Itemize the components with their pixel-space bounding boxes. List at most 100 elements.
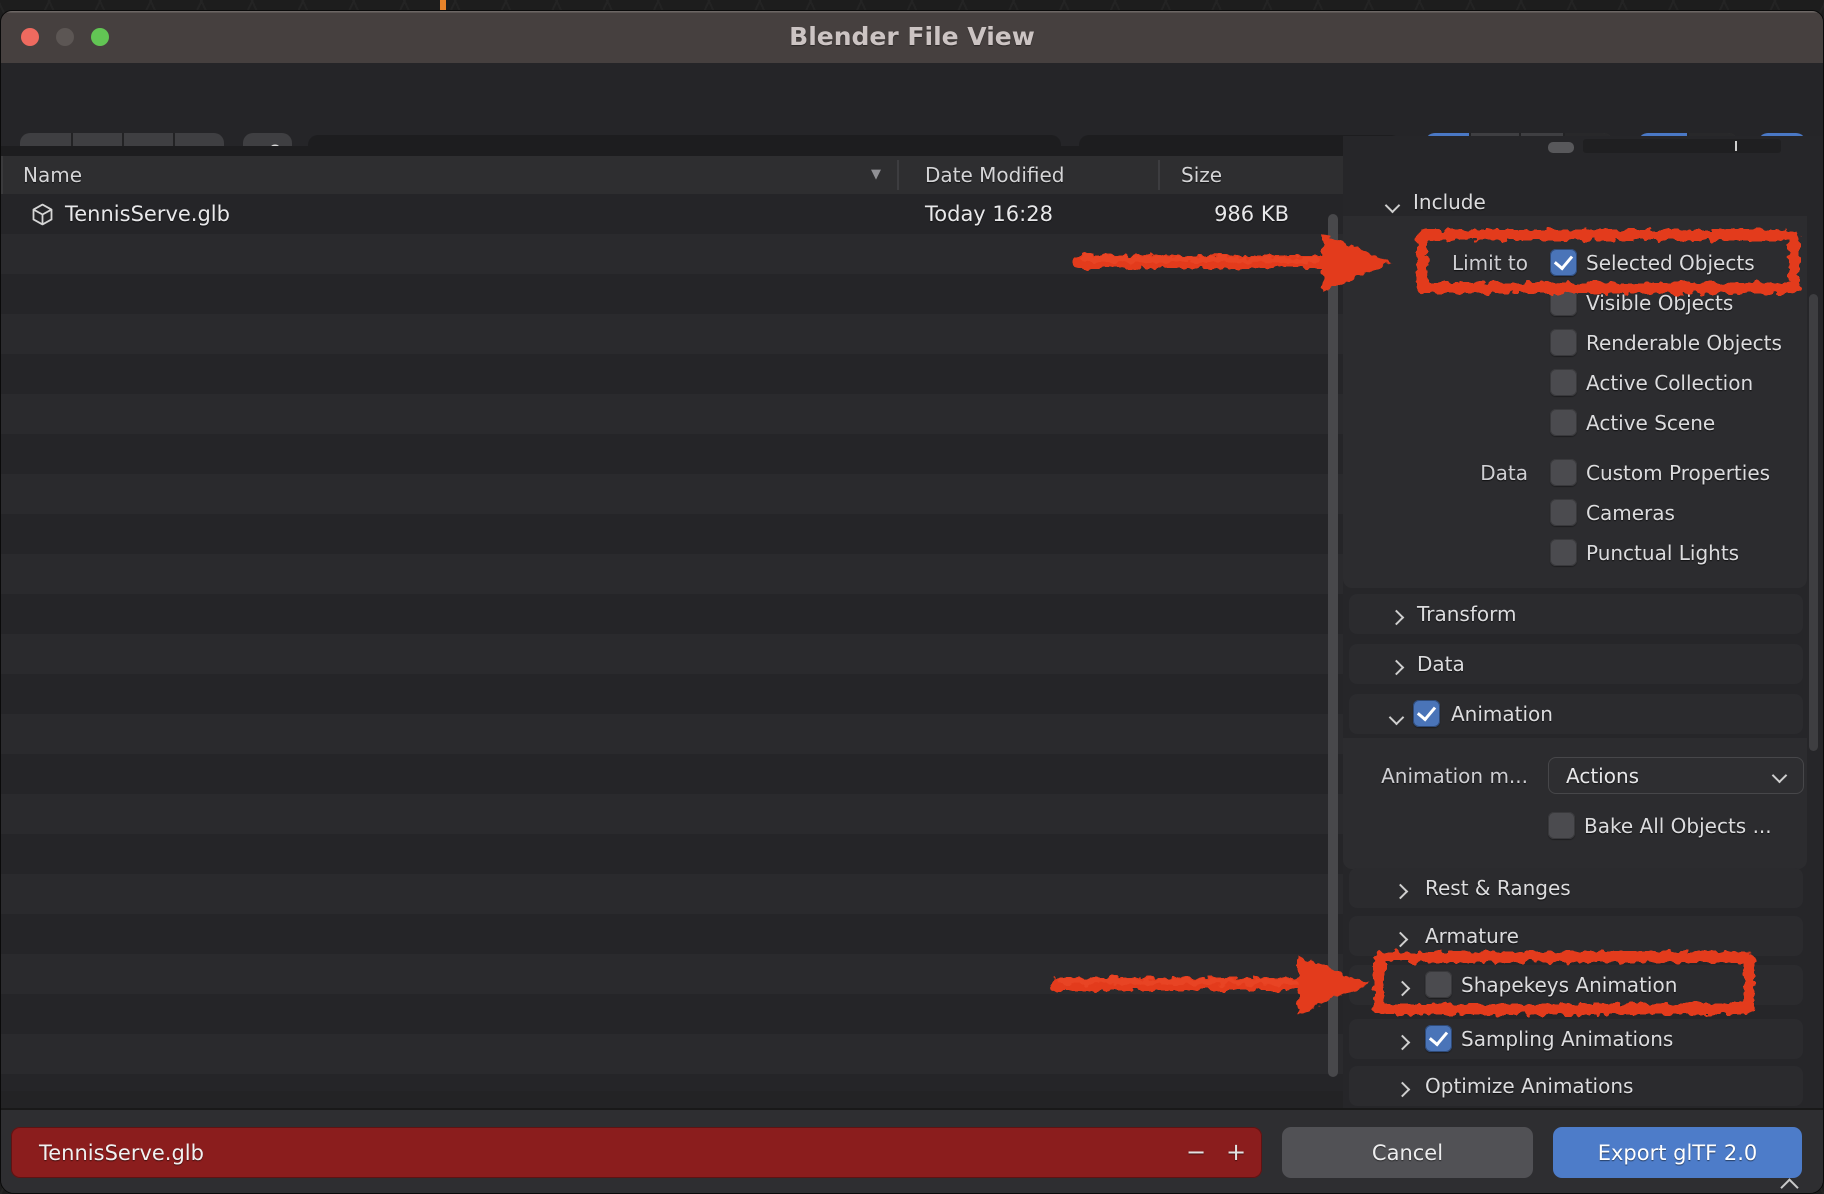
column-header-size[interactable]: Size [1181, 156, 1222, 194]
chevron-right-icon [1397, 979, 1408, 998]
chevron-right-icon [1395, 930, 1406, 949]
panel-label: Armature [1425, 916, 1519, 956]
option-row-punctual-lights[interactable]: Punctual Lights [1343, 533, 1824, 573]
blender-file-view-window: Blender File View › [0, 0, 1824, 1194]
panel-label: Animation [1451, 694, 1553, 734]
panel-header-animation[interactable]: Animation [1349, 694, 1803, 734]
row-group-label [1343, 533, 1528, 573]
column-header-date-modified[interactable]: Date Modified [925, 156, 1065, 194]
checkbox-selected-objects[interactable] [1550, 249, 1577, 276]
filename-increment-button[interactable]: + [1216, 1127, 1256, 1178]
footer-bar: TennisServe.glb − + Cancel Export glTF 2… [1, 1108, 1823, 1194]
checkbox-label: Cameras [1586, 493, 1675, 533]
filename-decrement-button[interactable]: − [1176, 1127, 1216, 1178]
checkbox-custom-properties[interactable] [1550, 459, 1577, 486]
chevron-down-icon [1387, 196, 1398, 215]
checkbox-label: Renderable Objects [1586, 323, 1782, 363]
row-group-label: Data [1343, 453, 1528, 493]
file-list-header: Name ▼ Date Modified Size [1, 156, 1343, 194]
file-view-window: Blender File View › [0, 10, 1824, 1194]
checkbox-label: Custom Properties [1586, 453, 1770, 493]
row-group-label [1343, 493, 1528, 533]
panel-header-optimize-animations[interactable]: Optimize Animations [1349, 1066, 1803, 1106]
file-row[interactable]: TennisServe.glb Today 16:28 986 KB [1, 194, 1343, 234]
toolbar: › [1, 63, 1823, 146]
panel-label: Sampling Animations [1461, 1019, 1673, 1059]
row-group-label: Animation m... [1343, 756, 1528, 796]
row-group-label [1343, 363, 1528, 403]
panel-header-armature[interactable]: Armature [1349, 916, 1803, 956]
checkbox-animation[interactable] [1413, 700, 1440, 727]
panel-header-sampling-animations[interactable]: Sampling Animations [1349, 1019, 1803, 1059]
cube-3d-icon [29, 201, 56, 228]
filename-input[interactable]: TennisServe.glb − + [11, 1127, 1262, 1178]
panel-header-rest-ranges[interactable]: Rest & Ranges [1349, 868, 1803, 908]
window-title: Blender File View [1, 11, 1823, 63]
chevron-right-icon [1391, 608, 1402, 627]
column-divider[interactable] [897, 160, 899, 190]
panel-label: Transform [1417, 594, 1516, 634]
checkbox-shapekeys-animation[interactable] [1425, 971, 1452, 998]
checkbox-active-scene[interactable] [1550, 409, 1577, 436]
checkbox-label: Bake All Objects ... [1584, 806, 1772, 846]
checkbox-bake-all-objects[interactable] [1548, 812, 1575, 839]
row-group-label [1343, 323, 1528, 363]
checkbox-punctual-lights[interactable] [1550, 539, 1577, 566]
clipped-widget-fragment [1583, 139, 1781, 153]
column-divider[interactable] [1158, 160, 1160, 190]
option-row-bake-all-objects[interactable]: Bake All Objects ... [1343, 806, 1824, 846]
option-row-active-collection[interactable]: Active Collection [1343, 363, 1824, 403]
chevron-down-icon [1391, 708, 1402, 727]
checkbox-visible-objects[interactable] [1550, 289, 1577, 316]
checkbox-label: Visible Objects [1586, 283, 1733, 323]
export-gltf-button[interactable]: Export glTF 2.0 [1553, 1127, 1802, 1178]
file-list-scrollbar[interactable] [1328, 214, 1338, 1077]
panel-label: Rest & Ranges [1425, 868, 1571, 908]
checkbox-label: Active Scene [1586, 403, 1715, 443]
file-date-modified: Today 16:28 [925, 194, 1059, 234]
titlebar: Blender File View [1, 11, 1823, 63]
chevron-down-icon [1772, 768, 1788, 784]
panel-label: Optimize Animations [1425, 1066, 1633, 1106]
clipped-cursor-fragment [1735, 141, 1737, 151]
chevron-right-icon [1395, 882, 1406, 901]
checkbox-label: Active Collection [1586, 363, 1753, 403]
row-group-label: Limit to [1343, 243, 1528, 283]
option-row-selected-objects[interactable]: Limit to Selected Objects [1343, 243, 1824, 283]
checkbox-sampling-animations[interactable] [1425, 1025, 1452, 1052]
scroll-more-indicator-icon[interactable] [1783, 1179, 1796, 1194]
chevron-right-icon [1391, 658, 1402, 677]
panel-label: Data [1417, 644, 1465, 684]
checkbox-active-collection[interactable] [1550, 369, 1577, 396]
animation-mode-dropdown[interactable]: Actions [1548, 757, 1804, 794]
file-list: Name ▼ Date Modified Size TennisServe.gl… [1, 156, 1343, 1108]
sort-indicator-icon: ▼ [871, 156, 881, 194]
option-row-active-scene[interactable]: Active Scene [1343, 403, 1824, 443]
panel-header-shapekeys-animation[interactable]: Shapekeys Animation [1349, 965, 1803, 1005]
column-header-name[interactable]: Name [23, 156, 82, 194]
cancel-button[interactable]: Cancel [1282, 1127, 1533, 1178]
option-row-cameras[interactable]: Cameras [1343, 493, 1824, 533]
panel-label: Shapekeys Animation [1461, 965, 1677, 1005]
file-name: TennisServe.glb [65, 194, 230, 234]
panel-header-transform[interactable]: Transform [1349, 594, 1803, 634]
chevron-right-icon [1397, 1080, 1408, 1099]
toolbar-divider [1, 146, 1343, 156]
checkbox-label: Selected Objects [1586, 243, 1755, 283]
row-group-label [1343, 283, 1528, 323]
clipped-widget-fragment [1548, 142, 1574, 153]
option-row-custom-properties[interactable]: Data Custom Properties [1343, 453, 1824, 493]
viewport-gizmo-fragment [440, 0, 446, 10]
chevron-right-icon [1397, 1033, 1408, 1052]
checkbox-renderable-objects[interactable] [1550, 329, 1577, 356]
option-row-visible-objects[interactable]: Visible Objects [1343, 283, 1824, 323]
sidebar-scrollbar[interactable] [1809, 294, 1818, 751]
export-options-panel: Include Limit to Selected Objects Visibl… [1343, 136, 1824, 1108]
checkbox-label: Punctual Lights [1586, 533, 1739, 573]
file-size: 986 KB [1171, 194, 1289, 234]
option-row-renderable-objects[interactable]: Renderable Objects [1343, 323, 1824, 363]
checkbox-cameras[interactable] [1550, 499, 1577, 526]
dropdown-value: Actions [1549, 764, 1639, 788]
panel-header-data[interactable]: Data [1349, 644, 1803, 684]
option-row-animation-mode: Animation m... Actions [1343, 756, 1824, 796]
